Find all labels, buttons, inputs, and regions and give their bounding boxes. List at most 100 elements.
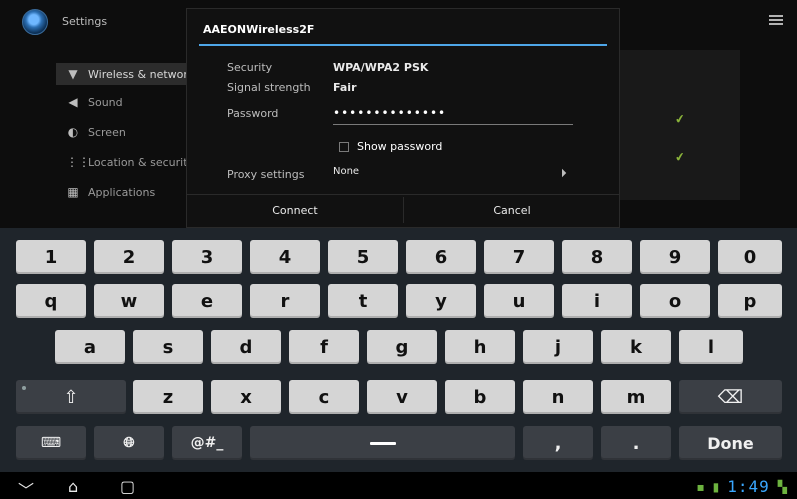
key-j[interactable]: j	[523, 330, 593, 364]
app-title: Settings	[62, 15, 108, 28]
battery-icon: ▮	[712, 479, 720, 494]
signal-strength-value: Fair	[333, 81, 357, 94]
key-g[interactable]: g	[367, 330, 437, 364]
signal-strength-label: Signal strength	[227, 81, 311, 94]
security-value: WPA/WPA2 PSK	[333, 61, 429, 74]
check-icon: ✔	[673, 149, 687, 165]
key-t[interactable]: t	[328, 284, 398, 318]
security-label: Security	[227, 61, 273, 74]
settings-item-label: Sound	[88, 95, 123, 109]
recent-apps-icon[interactable]: ▢	[120, 477, 135, 496]
key-8[interactable]: 8	[562, 240, 632, 274]
globe-icon: 🌐︎	[123, 435, 135, 451]
password-label: Password	[227, 107, 279, 120]
key-9[interactable]: 9	[640, 240, 710, 274]
wifi-icon: ▼	[68, 67, 78, 81]
connect-button[interactable]: Connect	[187, 197, 403, 223]
speaker-icon: ◀	[68, 95, 78, 109]
settings-item-label: Applications	[88, 185, 156, 199]
backspace-icon: ⌫	[717, 386, 744, 408]
notification-icon: ▪	[696, 479, 705, 494]
space-icon	[369, 441, 396, 445]
key-a[interactable]: a	[55, 330, 125, 364]
signal-icon: ▚	[777, 479, 787, 494]
cancel-button[interactable]: Cancel	[403, 197, 620, 223]
on-screen-keyboard: 1 2 3 4 5 6 7 8 9 0 q w e r t y u i o p …	[0, 228, 797, 472]
key-b[interactable]: b	[445, 380, 515, 414]
key-d[interactable]: d	[211, 330, 281, 364]
key-c[interactable]: c	[289, 380, 359, 414]
check-icon: ✔	[673, 111, 687, 127]
proxy-settings-value: None	[333, 166, 360, 177]
wifi-connect-dialog: AAEONWireless2F Security WPA/WPA2 PSK Si…	[186, 8, 620, 228]
overflow-menu-icon[interactable]	[769, 15, 783, 27]
key-w[interactable]: w	[94, 284, 164, 318]
key-y[interactable]: y	[406, 284, 476, 318]
apps-icon: ▦	[67, 185, 79, 199]
key-6[interactable]: 6	[406, 240, 476, 274]
settings-app-icon	[22, 9, 48, 35]
show-password-label: Show password	[357, 140, 443, 153]
show-password-checkbox[interactable]	[339, 141, 349, 152]
key-m[interactable]: m	[601, 380, 671, 414]
settings-item-applications[interactable]: ▦ Applications	[66, 181, 155, 203]
key-u[interactable]: u	[484, 284, 554, 318]
key-x[interactable]: x	[211, 380, 281, 414]
key-5[interactable]: 5	[328, 240, 398, 274]
settings-item-label: Wireless & networks	[88, 67, 200, 81]
dropdown-arrow-icon	[557, 168, 567, 178]
show-password-option[interactable]: Show password	[339, 140, 442, 153]
key-n[interactable]: n	[523, 380, 593, 414]
backspace-key[interactable]: ⌫	[679, 380, 782, 414]
clock: 1:49	[727, 477, 770, 496]
language-key[interactable]: 🌐︎	[94, 426, 164, 460]
key-0[interactable]: 0	[718, 240, 782, 274]
settings-item-label: Screen	[88, 125, 126, 139]
key-p[interactable]: p	[718, 284, 782, 318]
shift-key[interactable]: ⇧	[16, 380, 126, 414]
keyboard-icon: ⌨	[40, 435, 62, 451]
key-l[interactable]: l	[679, 330, 743, 364]
grid-icon: ⋮⋮	[66, 155, 90, 169]
dialog-title-bar	[199, 44, 607, 46]
key-k[interactable]: k	[601, 330, 671, 364]
key-r[interactable]: r	[250, 284, 320, 318]
settings-item-screen[interactable]: ◐ Screen	[66, 121, 126, 143]
comma-key[interactable]: ,	[523, 426, 593, 460]
proxy-settings-select[interactable]: None	[333, 166, 573, 184]
key-i[interactable]: i	[562, 284, 632, 318]
symbols-key[interactable]: @#_	[172, 426, 242, 460]
key-1[interactable]: 1	[16, 240, 86, 274]
status-area[interactable]: ▪ ▮ 1:49 ▚	[696, 477, 787, 496]
password-input[interactable]: ••••••••••••••	[333, 106, 573, 125]
key-4[interactable]: 4	[250, 240, 320, 274]
home-icon[interactable]: ⌂	[68, 477, 78, 496]
key-2[interactable]: 2	[94, 240, 164, 274]
settings-item-sound[interactable]: ◀ Sound	[66, 91, 123, 113]
system-bar: ﹀ ⌂ ▢ ▪ ▮ 1:49 ▚	[0, 472, 797, 499]
key-3[interactable]: 3	[172, 240, 242, 274]
dialog-divider	[187, 194, 619, 195]
settings-detail-panel: ✔ ✔	[620, 50, 740, 200]
space-key[interactable]	[250, 426, 515, 460]
proxy-settings-label: Proxy settings	[227, 168, 305, 181]
key-o[interactable]: o	[640, 284, 710, 318]
key-h[interactable]: h	[445, 330, 515, 364]
settings-item-location-security[interactable]: ⋮⋮ Location & security	[66, 151, 194, 173]
password-value: ••••••••••••••	[333, 106, 447, 120]
settings-item-label: Location & security	[88, 155, 195, 169]
key-e[interactable]: e	[172, 284, 242, 318]
period-key[interactable]: .	[601, 426, 671, 460]
key-v[interactable]: v	[367, 380, 437, 414]
dialog-title: AAEONWireless2F	[203, 23, 315, 36]
key-7[interactable]: 7	[484, 240, 554, 274]
keyboard-settings-key[interactable]: ⌨	[16, 426, 86, 460]
back-icon[interactable]: ﹀	[18, 477, 34, 499]
done-key[interactable]: Done	[679, 426, 782, 460]
screen-icon: ◐	[67, 125, 79, 139]
key-s[interactable]: s	[133, 330, 203, 364]
key-q[interactable]: q	[16, 284, 86, 318]
key-f[interactable]: f	[289, 330, 359, 364]
shift-icon: ⇧	[63, 386, 79, 408]
key-z[interactable]: z	[133, 380, 203, 414]
